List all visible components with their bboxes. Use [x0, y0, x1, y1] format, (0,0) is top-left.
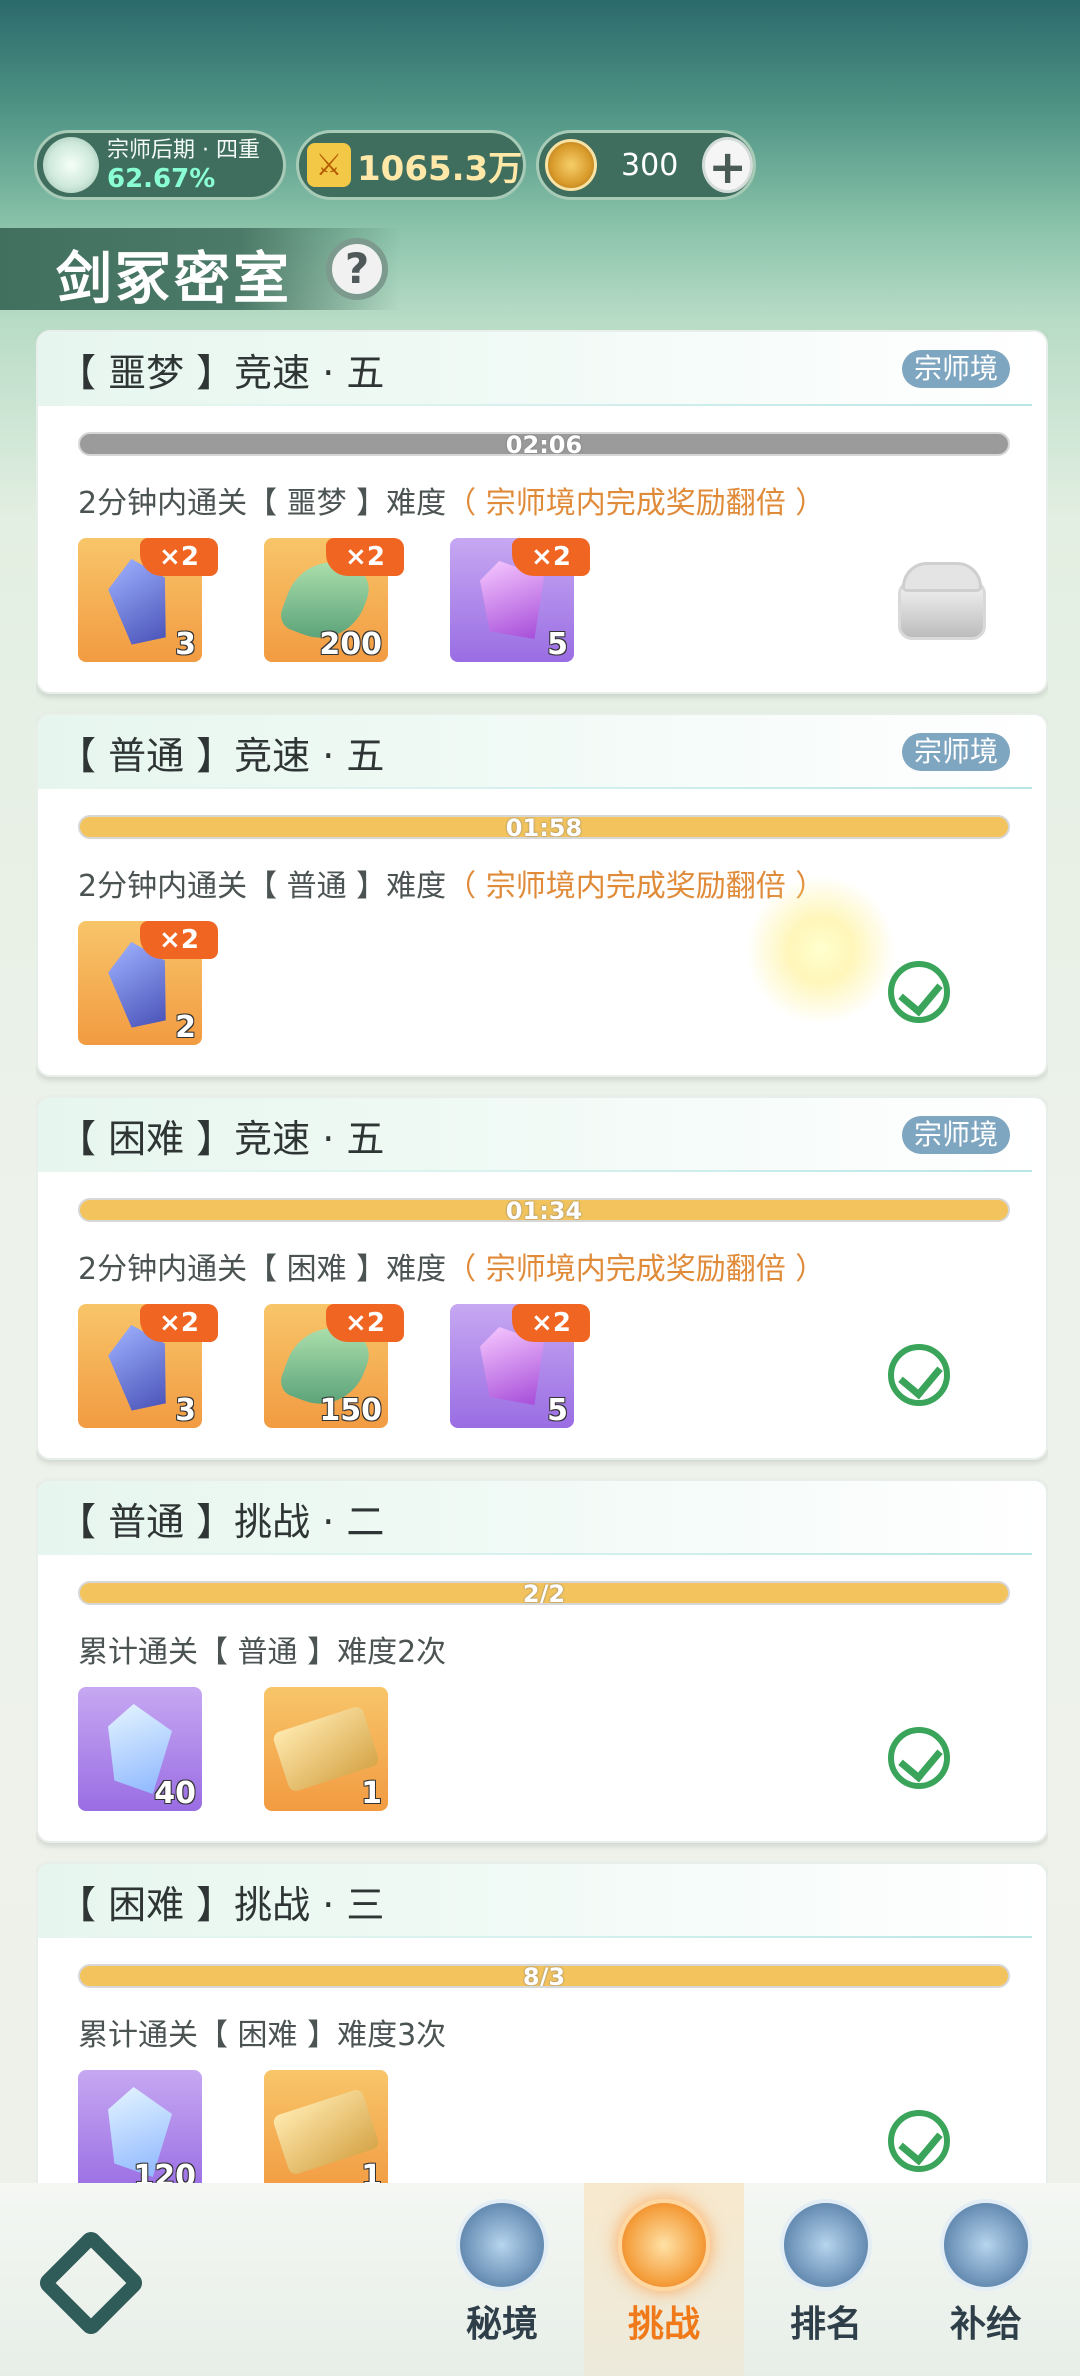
reward-qty: 200 — [319, 627, 382, 662]
sparkle-effect — [746, 875, 896, 1025]
reward-qty: 3 — [175, 1393, 196, 1428]
podium-icon — [780, 2199, 872, 2291]
rank-info: 宗师后期 · 四重 62.67% — [107, 137, 260, 193]
multiplier-badge: ×2 — [512, 1304, 590, 1342]
rank-pill[interactable]: 宗师后期 · 四重 62.67% — [34, 130, 286, 200]
bottom-nav: 秘境 挑战 排名 补给 — [0, 2183, 1080, 2376]
progress-text: 01:34 — [505, 1198, 583, 1222]
task-condition: 2分钟内通关【 普通 】难度 — [78, 869, 447, 904]
multiplier-badge: ×2 — [140, 538, 218, 576]
help-button[interactable]: ? — [326, 238, 388, 300]
task-condition: 2分钟内通关【 困难 】难度 — [78, 1252, 447, 1287]
demon-mask-icon — [456, 2199, 548, 2291]
task-title: 【 困难 】挑战 · 三 — [58, 1883, 385, 1927]
supply-icon — [940, 2199, 1032, 2291]
multiplier-badge: ×2 — [140, 1304, 218, 1342]
progress-bar: 2/2 — [78, 1581, 1010, 1605]
logo-icon[interactable] — [35, 2227, 147, 2339]
task-title: 【 噩梦 】竞速 · 五 — [58, 351, 385, 395]
reward-qty: 1 — [361, 2159, 382, 2183]
status-bar: 宗师后期 · 四重 62.67% ⚔ 1065.3万 300 + — [34, 130, 756, 200]
progress-bar: 8/3 — [78, 1964, 1010, 1988]
task-list[interactable]: 【 噩梦 】竞速 · 五 宗师境 02:06 2分钟内通关【 噩梦 】难度（ 宗… — [36, 330, 1048, 2183]
progress-text: 8/3 — [522, 1964, 566, 1988]
task-card: 【 困难 】挑战 · 三 8/3 累计通关【 困难 】难度3次 120 1 — [36, 1862, 1048, 2183]
task-condition: 2分钟内通关【 噩梦 】难度 — [78, 486, 447, 521]
reward-qty: 5 — [547, 627, 568, 662]
page-title: 剑冢密室 — [56, 247, 292, 312]
check-icon — [888, 1344, 950, 1406]
task-bonus-note: （ 宗师境内完成奖励翻倍 ） — [446, 1252, 826, 1287]
check-icon — [888, 2110, 950, 2172]
progress-bar: 02:06 — [78, 432, 1010, 456]
reward-list: 120 1 — [78, 2070, 388, 2183]
reward-qty: 2 — [175, 1010, 196, 1045]
task-title: 【 普通 】竞速 · 五 — [58, 734, 385, 778]
task-card: 【 普通 】挑战 · 二 2/2 累计通关【 普通 】难度2次 40 1 — [36, 1479, 1048, 1843]
task-description: 2分钟内通关【 困难 】难度（ 宗师境内完成奖励翻倍 ） — [78, 1244, 825, 1288]
progress-text: 02:06 — [505, 432, 583, 456]
add-coin-button[interactable]: + — [702, 137, 753, 194]
task-description: 2分钟内通关【 普通 】难度（ 宗师境内完成奖励翻倍 ） — [78, 861, 825, 905]
reward-qty: 150 — [319, 1393, 382, 1428]
reward-item[interactable]: 120 — [78, 2070, 202, 2183]
nav-tab-supply[interactable]: 补给 — [906, 2183, 1066, 2376]
crossed-swords-icon — [618, 2199, 710, 2291]
multiplier-badge: ×2 — [326, 538, 404, 576]
nav-label: 秘境 — [465, 2304, 538, 2345]
multiplier-badge: ×2 — [140, 921, 218, 959]
check-icon — [888, 961, 950, 1023]
reward-list: 40 1 — [78, 1687, 388, 1811]
reward-qty: 40 — [154, 1776, 196, 1811]
task-description: 累计通关【 普通 】难度2次 — [78, 1635, 447, 1670]
task-card: 【 噩梦 】竞速 · 五 宗师境 02:06 2分钟内通关【 噩梦 】难度（ 宗… — [36, 330, 1048, 694]
nav-tab-challenge[interactable]: 挑战 — [584, 2183, 744, 2376]
task-description: 累计通关【 困难 】难度3次 — [78, 2018, 447, 2053]
progress-bar: 01:34 — [78, 1198, 1010, 1222]
reward-qty: 5 — [547, 1393, 568, 1428]
coin-value: 300 — [621, 147, 679, 183]
power-value: 1065.3万 — [357, 148, 523, 189]
divider — [78, 1170, 1032, 1172]
multiplier-badge: ×2 — [326, 1304, 404, 1342]
coin-icon — [545, 139, 597, 191]
multiplier-badge: ×2 — [512, 538, 590, 576]
realm-badge: 宗师境 — [901, 350, 1010, 388]
rank-avatar-icon — [43, 137, 99, 193]
nav-label: 补给 — [949, 2304, 1022, 2345]
realm-badge: 宗师境 — [901, 1116, 1010, 1154]
task-card: 【 普通 】竞速 · 五 宗师境 01:58 2分钟内通关【 普通 】难度（ 宗… — [36, 713, 1048, 1077]
divider — [78, 1936, 1032, 1938]
reward-item[interactable]: 1 — [264, 1687, 388, 1811]
task-description: 2分钟内通关【 噩梦 】难度（ 宗师境内完成奖励翻倍 ） — [78, 478, 825, 522]
divider — [78, 787, 1032, 789]
progress-text: 2/2 — [522, 1581, 566, 1605]
nav-label: 排名 — [789, 2304, 862, 2345]
progress-bar: 01:58 — [78, 815, 1010, 839]
nav-label: 挑战 — [627, 2304, 700, 2345]
progress-text: 01:58 — [505, 815, 583, 839]
task-title: 【 普通 】挑战 · 二 — [58, 1500, 385, 1544]
power-pill[interactable]: ⚔ 1065.3万 — [296, 130, 526, 200]
task-title: 【 困难 】竞速 · 五 — [58, 1117, 385, 1161]
divider — [78, 1553, 1032, 1555]
chest-icon[interactable] — [898, 562, 986, 642]
page-header: 剑冢密室 ? — [0, 228, 400, 312]
reward-qty: 120 — [133, 2159, 196, 2183]
check-icon — [888, 1727, 950, 1789]
crossed-swords-icon: ⚔ — [307, 143, 351, 187]
reward-qty: 3 — [175, 627, 196, 662]
task-bonus-note: （ 宗师境内完成奖励翻倍 ） — [446, 486, 826, 521]
task-card: 【 困难 】竞速 · 五 宗师境 01:34 2分钟内通关【 困难 】难度（ 宗… — [36, 1096, 1048, 1460]
nav-tab-ranking[interactable]: 排名 — [746, 2183, 906, 2376]
rank-progress: 62.67% — [107, 164, 216, 194]
coin-pill[interactable]: 300 + — [536, 130, 756, 200]
rank-name: 宗师后期 · 四重 — [107, 138, 260, 163]
divider — [78, 404, 1032, 406]
nav-tab-secret-realm[interactable]: 秘境 — [422, 2183, 582, 2376]
reward-qty: 1 — [361, 1776, 382, 1811]
reward-item[interactable]: 1 — [264, 2070, 388, 2183]
reward-item[interactable]: 40 — [78, 1687, 202, 1811]
realm-badge: 宗师境 — [901, 733, 1010, 771]
